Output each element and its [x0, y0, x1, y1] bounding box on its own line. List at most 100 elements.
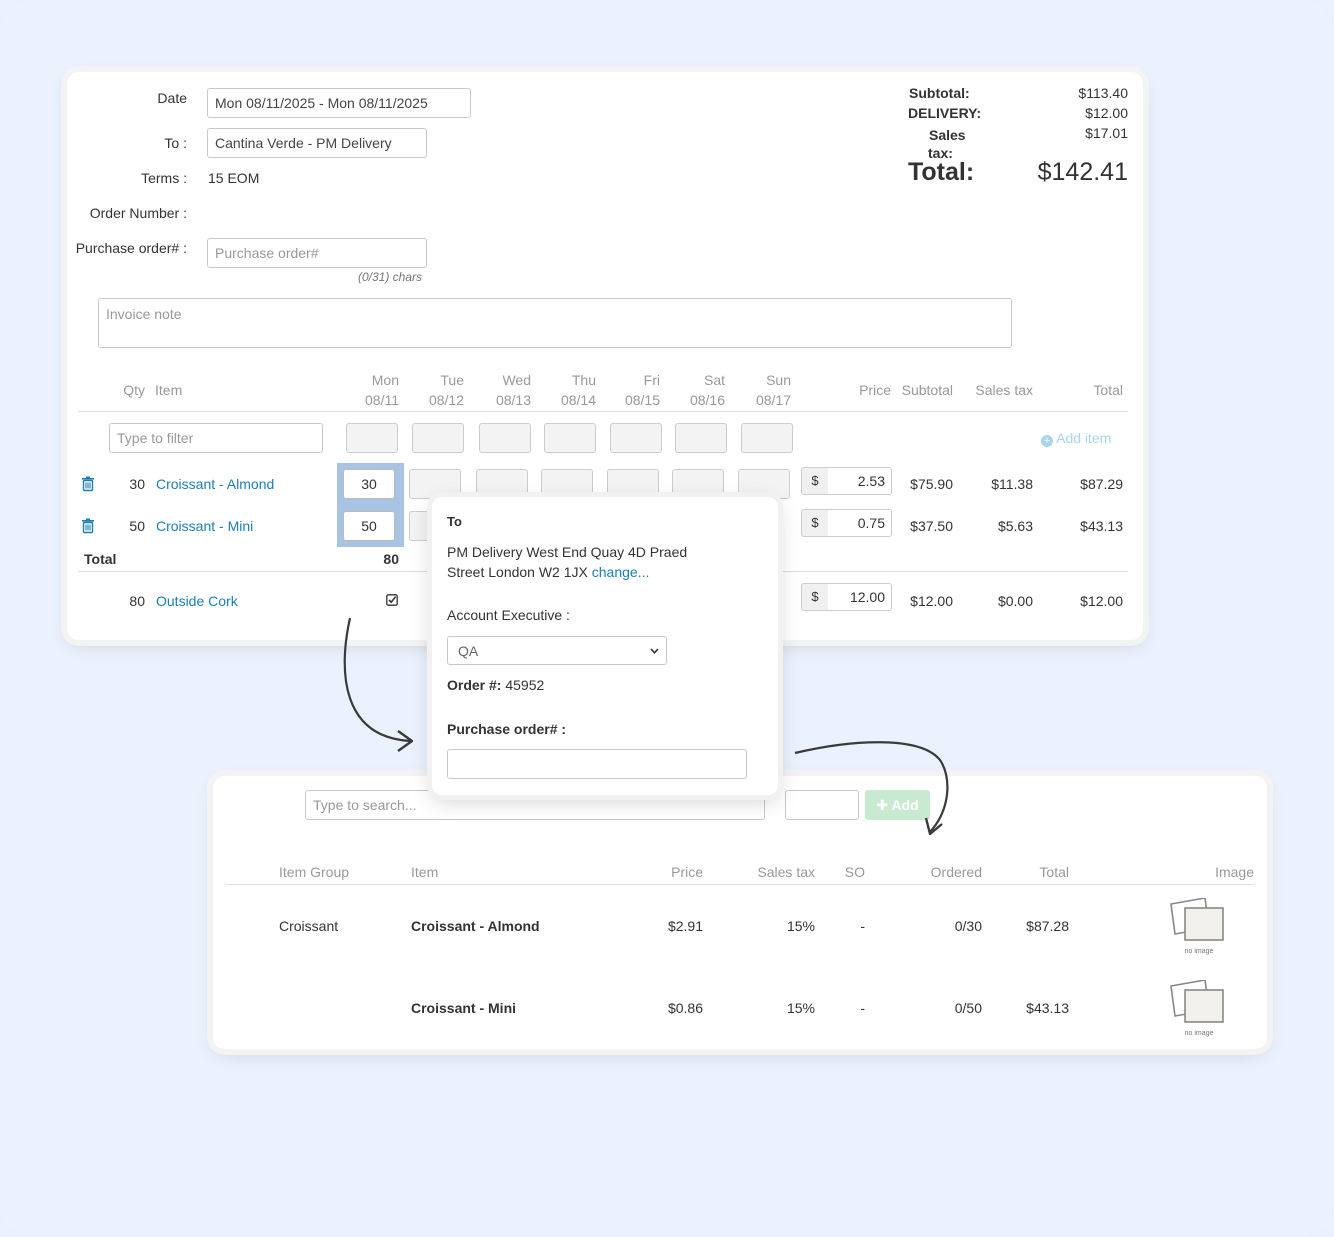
- item-header: Item: [155, 382, 183, 398]
- trash-icon[interactable]: [81, 476, 95, 492]
- day-qty-input-wed[interactable]: [476, 469, 528, 499]
- day-date: 08/11: [365, 392, 399, 408]
- day-header-wed: Wed 08/13: [471, 370, 531, 410]
- add-item-label: Add item: [1056, 430, 1112, 446]
- day-date: 08/13: [495, 392, 531, 408]
- row-subtotal: $37.50: [910, 518, 953, 534]
- terms-label: Terms :: [141, 170, 187, 186]
- day-qty-input-tue[interactable]: [409, 469, 461, 499]
- catalog-item-name[interactable]: Croissant - Mini: [411, 1000, 516, 1016]
- day-filter-box-sat[interactable]: [675, 423, 727, 453]
- date-label: Date: [157, 90, 187, 106]
- catalog-sales-tax: 15%: [786, 918, 815, 934]
- day-header-sat: Sat 08/16: [665, 370, 725, 410]
- catalog-image-header: Image: [1215, 864, 1254, 880]
- price-input[interactable]: 2.53: [828, 467, 892, 495]
- day-name: Thu: [571, 372, 596, 388]
- day-filter-box-thu[interactable]: [544, 423, 596, 453]
- catalog-ordered-header: Ordered: [930, 864, 982, 880]
- invoice-note-textarea[interactable]: Invoice note: [98, 298, 1012, 348]
- trash-icon[interactable]: [81, 518, 95, 534]
- catalog-total-header: Total: [1039, 864, 1069, 880]
- plus-circle-icon: +: [1041, 435, 1053, 447]
- no-image-caption: no image: [1184, 1030, 1214, 1037]
- popup-address: PM Delivery West End Quay 4D Praed Stree…: [447, 542, 747, 582]
- day-name: Sun: [766, 372, 791, 388]
- to-input[interactable]: Cantina Verde - PM Delivery: [207, 128, 427, 158]
- row-total: $87.29: [1080, 476, 1123, 492]
- day-qty-input-sat[interactable]: [672, 469, 724, 499]
- catalog-total: $87.28: [1026, 918, 1069, 934]
- item-group-header: Item Group: [279, 864, 350, 880]
- mon-qty-input[interactable]: 50: [343, 511, 395, 541]
- day-filter-box-wed[interactable]: [479, 423, 531, 453]
- purchase-order-label: Purchase order# :: [75, 240, 187, 256]
- price-header: Price: [859, 382, 891, 398]
- date-range-input[interactable]: Mon 08/11/2025 - Mon 08/11/2025: [207, 88, 471, 118]
- grand-total-value: $142.41: [1037, 158, 1128, 186]
- price-input[interactable]: 12.00: [828, 583, 892, 611]
- total-header: Total: [1093, 382, 1123, 398]
- day-date: 08/17: [755, 392, 791, 408]
- day-name: Wed: [502, 372, 531, 388]
- day-filter-box-sun[interactable]: [741, 423, 793, 453]
- checkbox-checked-icon[interactable]: [386, 594, 398, 606]
- catalog-total: $43.13: [1026, 1000, 1069, 1016]
- row-total: $12.00: [1080, 593, 1123, 609]
- account-executive-select[interactable]: QA: [447, 636, 667, 665]
- row-subtotal: $12.00: [910, 593, 953, 609]
- grand-total-label: Total:: [908, 158, 975, 186]
- row-item-link[interactable]: Croissant - Mini: [156, 518, 253, 534]
- catalog-item-name[interactable]: Croissant - Almond: [411, 918, 540, 934]
- popup-to-label: To: [447, 514, 462, 529]
- arrow-connector-left: [343, 617, 414, 752]
- day-qty-input-sun[interactable]: [738, 469, 790, 499]
- item-filter-input[interactable]: Type to filter: [109, 423, 323, 453]
- catalog-ordered: 0/50: [954, 1000, 982, 1016]
- row-subtotal: $75.90: [910, 476, 953, 492]
- row-sales-tax: $11.38: [991, 476, 1033, 492]
- catalog-price-header: Price: [671, 864, 703, 880]
- price-input[interactable]: 0.75: [828, 509, 892, 537]
- sales-tax-label: Sales: [929, 127, 966, 143]
- row-sales-tax: $0.00: [997, 593, 1033, 609]
- sales-tax-header: Sales tax: [975, 382, 1033, 398]
- image-placeholder-icon: [1170, 897, 1224, 941]
- day-name: Mon: [371, 372, 399, 388]
- terms-value: 15 EOM: [208, 170, 260, 186]
- row-item-link[interactable]: Croissant - Almond: [156, 476, 274, 492]
- catalog-so: -: [860, 918, 865, 934]
- account-executive-label: Account Executive :: [447, 607, 570, 623]
- day-header-mon: Mon 08/11: [339, 370, 399, 410]
- order-number-label: Order #:: [447, 677, 502, 693]
- image-placeholder-icon: [1170, 979, 1224, 1023]
- catalog-sales-tax: 15%: [786, 1000, 815, 1016]
- day-header-tue: Tue 08/12: [404, 370, 464, 410]
- address-line-2: Street London W2 1JX change...: [447, 564, 650, 580]
- sales-tax-value: $17.01: [1085, 125, 1128, 141]
- delivery-value: $12.00: [1085, 105, 1128, 121]
- day-filter-box-fri[interactable]: [610, 423, 662, 453]
- currency-addon: $: [801, 583, 829, 611]
- day-date: 08/16: [689, 392, 725, 408]
- change-address-link[interactable]: change...: [592, 564, 650, 580]
- subtotal-label: Subtotal:: [909, 85, 970, 101]
- row-sales-tax: $5.63: [997, 518, 1033, 534]
- row-total: $43.13: [1080, 518, 1123, 534]
- account-executive-value: QA: [458, 642, 479, 659]
- catalog-price: $2.91: [667, 918, 703, 934]
- catalog-item-group: Croissant: [279, 918, 339, 934]
- day-qty-input-thu[interactable]: [541, 469, 593, 499]
- purchase-order-char-count: (0/31) chars: [358, 270, 423, 284]
- mon-qty-input[interactable]: 30: [343, 469, 395, 499]
- order-number-label: Order Number :: [89, 205, 187, 221]
- purchase-order-input[interactable]: Purchase order#: [207, 238, 427, 268]
- day-qty-input-fri[interactable]: [607, 469, 659, 499]
- add-item-link[interactable]: + Add item: [1041, 430, 1111, 447]
- address-line-1: PM Delivery West End Quay 4D Praed: [447, 544, 688, 560]
- popup-purchase-order-input[interactable]: [447, 749, 747, 779]
- day-filter-box-tue[interactable]: [412, 423, 464, 453]
- day-filter-box-mon[interactable]: [346, 423, 398, 453]
- row-item-link[interactable]: Outside Cork: [156, 593, 238, 609]
- row-qty: 80: [129, 593, 145, 609]
